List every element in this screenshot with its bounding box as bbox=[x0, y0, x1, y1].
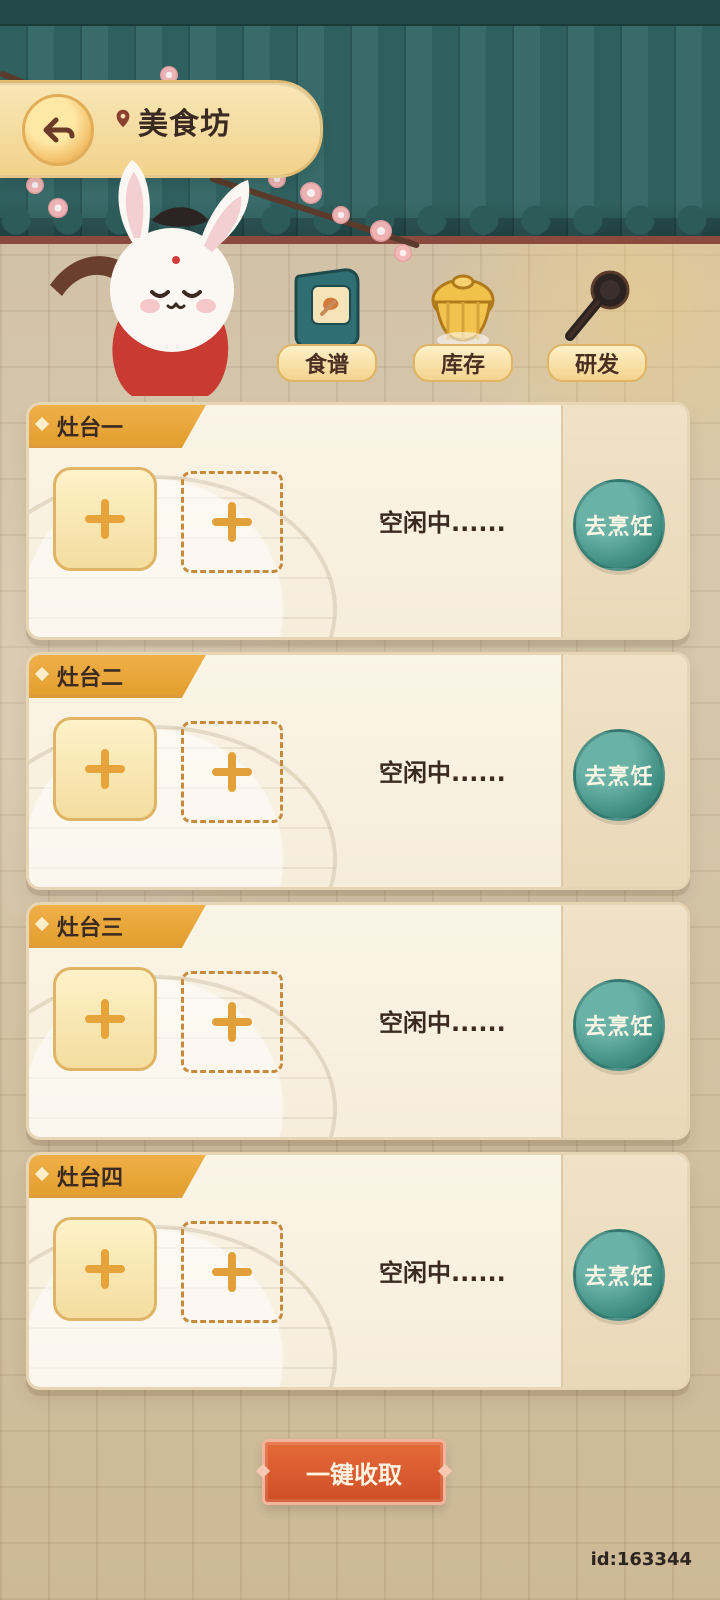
toolbar-recipes[interactable]: 食谱 bbox=[272, 262, 382, 382]
back-arrow-icon bbox=[43, 117, 75, 143]
diamond-icon bbox=[34, 416, 50, 432]
stove-status: 空闲中...... bbox=[379, 1009, 506, 1037]
stove-status: 空闲中...... bbox=[379, 759, 506, 787]
blossom bbox=[394, 244, 412, 262]
page-title: 美食坊 bbox=[138, 107, 231, 142]
plus-icon bbox=[85, 749, 125, 789]
roof-top bbox=[0, 0, 720, 26]
ingredient-slot-empty[interactable] bbox=[181, 721, 283, 823]
stove-card-4: 灶台四 空闲中...... 去烹饪 bbox=[26, 1152, 690, 1390]
toolbar-research[interactable]: 研发 bbox=[542, 262, 652, 382]
user-id: id:163344 bbox=[590, 1549, 692, 1570]
diamond-icon bbox=[34, 1166, 50, 1182]
go-cook-button[interactable]: 去烹饪 bbox=[573, 729, 665, 821]
stove-card-1: 灶台一 空闲中...... 去烹饪 bbox=[26, 402, 690, 640]
location-pin-icon bbox=[116, 109, 130, 128]
toolbar-label-research: 研发 bbox=[547, 344, 647, 382]
blossom bbox=[332, 206, 350, 224]
stove-tag: 灶台一 bbox=[29, 405, 207, 448]
diamond-icon bbox=[34, 666, 50, 682]
stove-label: 灶台四 bbox=[57, 1166, 124, 1191]
go-cook-label: 去烹饪 bbox=[584, 765, 654, 790]
research-ladle-icon bbox=[565, 270, 630, 341]
toolbar-label-storage: 库存 bbox=[413, 344, 513, 382]
go-cook-button[interactable]: 去烹饪 bbox=[573, 1229, 665, 1321]
go-cook-label: 去烹饪 bbox=[584, 515, 654, 540]
collect-all-button[interactable]: 一键收取 bbox=[255, 1439, 453, 1505]
diamond-icon bbox=[34, 916, 50, 932]
ingredient-slot-empty[interactable] bbox=[181, 471, 283, 573]
ingredient-slot-empty[interactable] bbox=[181, 1221, 283, 1323]
go-cook-button[interactable]: 去烹饪 bbox=[573, 479, 665, 571]
toolbar-label-recipes: 食谱 bbox=[277, 344, 377, 382]
blossom bbox=[370, 220, 392, 242]
stove-card-2: 灶台二 空闲中...... 去烹饪 bbox=[26, 652, 690, 890]
stove-tag: 灶台四 bbox=[29, 1155, 207, 1198]
stove-tag: 灶台三 bbox=[29, 905, 207, 948]
blossom bbox=[300, 182, 322, 204]
collect-all-label: 一键收取 bbox=[306, 1460, 402, 1489]
plus-icon bbox=[85, 1249, 125, 1289]
stove-tag: 灶台二 bbox=[29, 655, 207, 698]
stove-label: 灶台三 bbox=[57, 916, 124, 941]
go-cook-label: 去烹饪 bbox=[584, 1015, 654, 1040]
plus-icon bbox=[85, 499, 125, 539]
stove-status: 空闲中...... bbox=[379, 509, 506, 537]
stove-label: 灶台一 bbox=[57, 416, 124, 441]
stove-card-3: 灶台三 空闲中...... 去烹饪 bbox=[26, 902, 690, 1140]
ingredient-slot[interactable] bbox=[53, 717, 157, 821]
ingredient-slot[interactable] bbox=[53, 467, 157, 571]
recipe-book-icon bbox=[294, 268, 360, 348]
go-cook-button[interactable]: 去烹饪 bbox=[573, 979, 665, 1071]
ingredient-slot[interactable] bbox=[53, 967, 157, 1071]
go-cook-label: 去烹饪 bbox=[584, 1265, 654, 1290]
toolbar-storage[interactable]: 库存 bbox=[408, 262, 518, 382]
stove-status: 空闲中...... bbox=[379, 1259, 506, 1287]
plus-icon bbox=[212, 1002, 252, 1042]
plus-icon bbox=[212, 752, 252, 792]
plus-icon bbox=[85, 999, 125, 1039]
ingredient-slot-empty[interactable] bbox=[181, 971, 283, 1073]
rabbit-chef-illustration bbox=[50, 160, 250, 396]
ingredient-slot[interactable] bbox=[53, 1217, 157, 1321]
stove-label: 灶台二 bbox=[57, 666, 124, 691]
plus-icon bbox=[212, 1252, 252, 1292]
storage-hut-icon bbox=[431, 274, 495, 348]
plus-icon bbox=[212, 502, 252, 542]
